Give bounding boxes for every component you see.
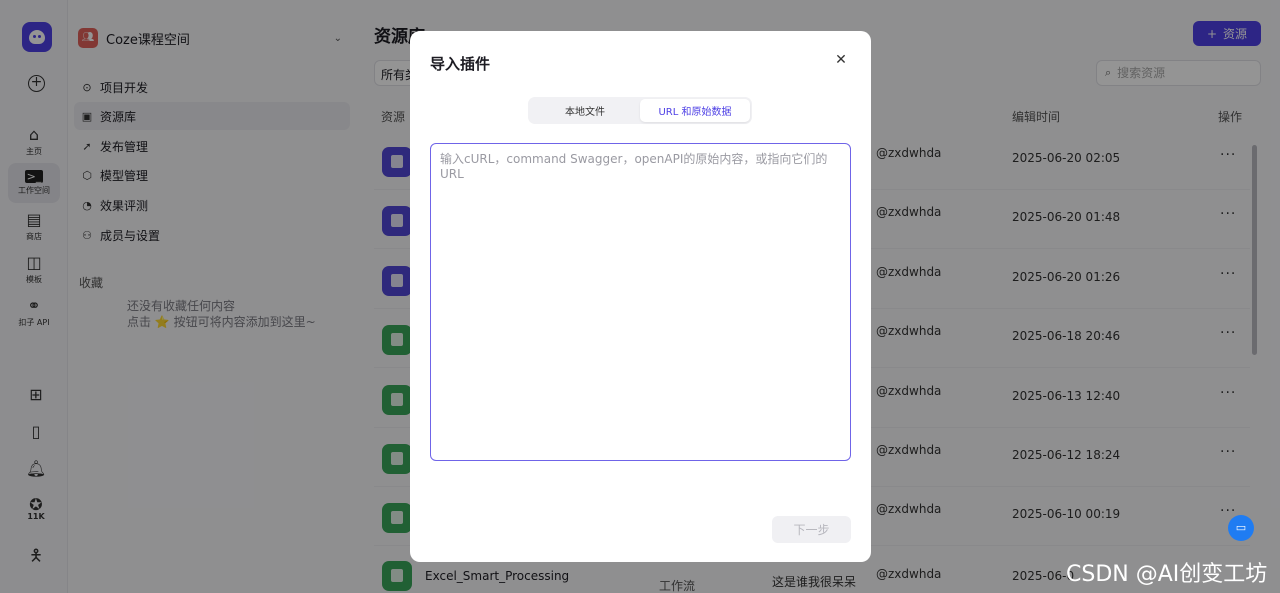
tab-local-file[interactable]: 本地文件 [530,99,640,122]
watermark: CSDN @AI创变工坊 [1066,562,1268,587]
next-step-button[interactable]: 下一步 [772,516,851,543]
import-mode-tabs: 本地文件 URL 和原始数据 [528,97,752,124]
dialog-title: 导入插件 [430,55,491,73]
chat-support-icon[interactable]: ▭ [1228,515,1254,541]
import-plugin-dialog: 导入插件 ✕ 本地文件 URL 和原始数据 下一步 [410,31,871,562]
tab-url-raw[interactable]: URL 和原始数据 [640,99,750,122]
close-icon[interactable]: ✕ [833,52,849,68]
raw-content-textarea[interactable] [430,143,851,461]
